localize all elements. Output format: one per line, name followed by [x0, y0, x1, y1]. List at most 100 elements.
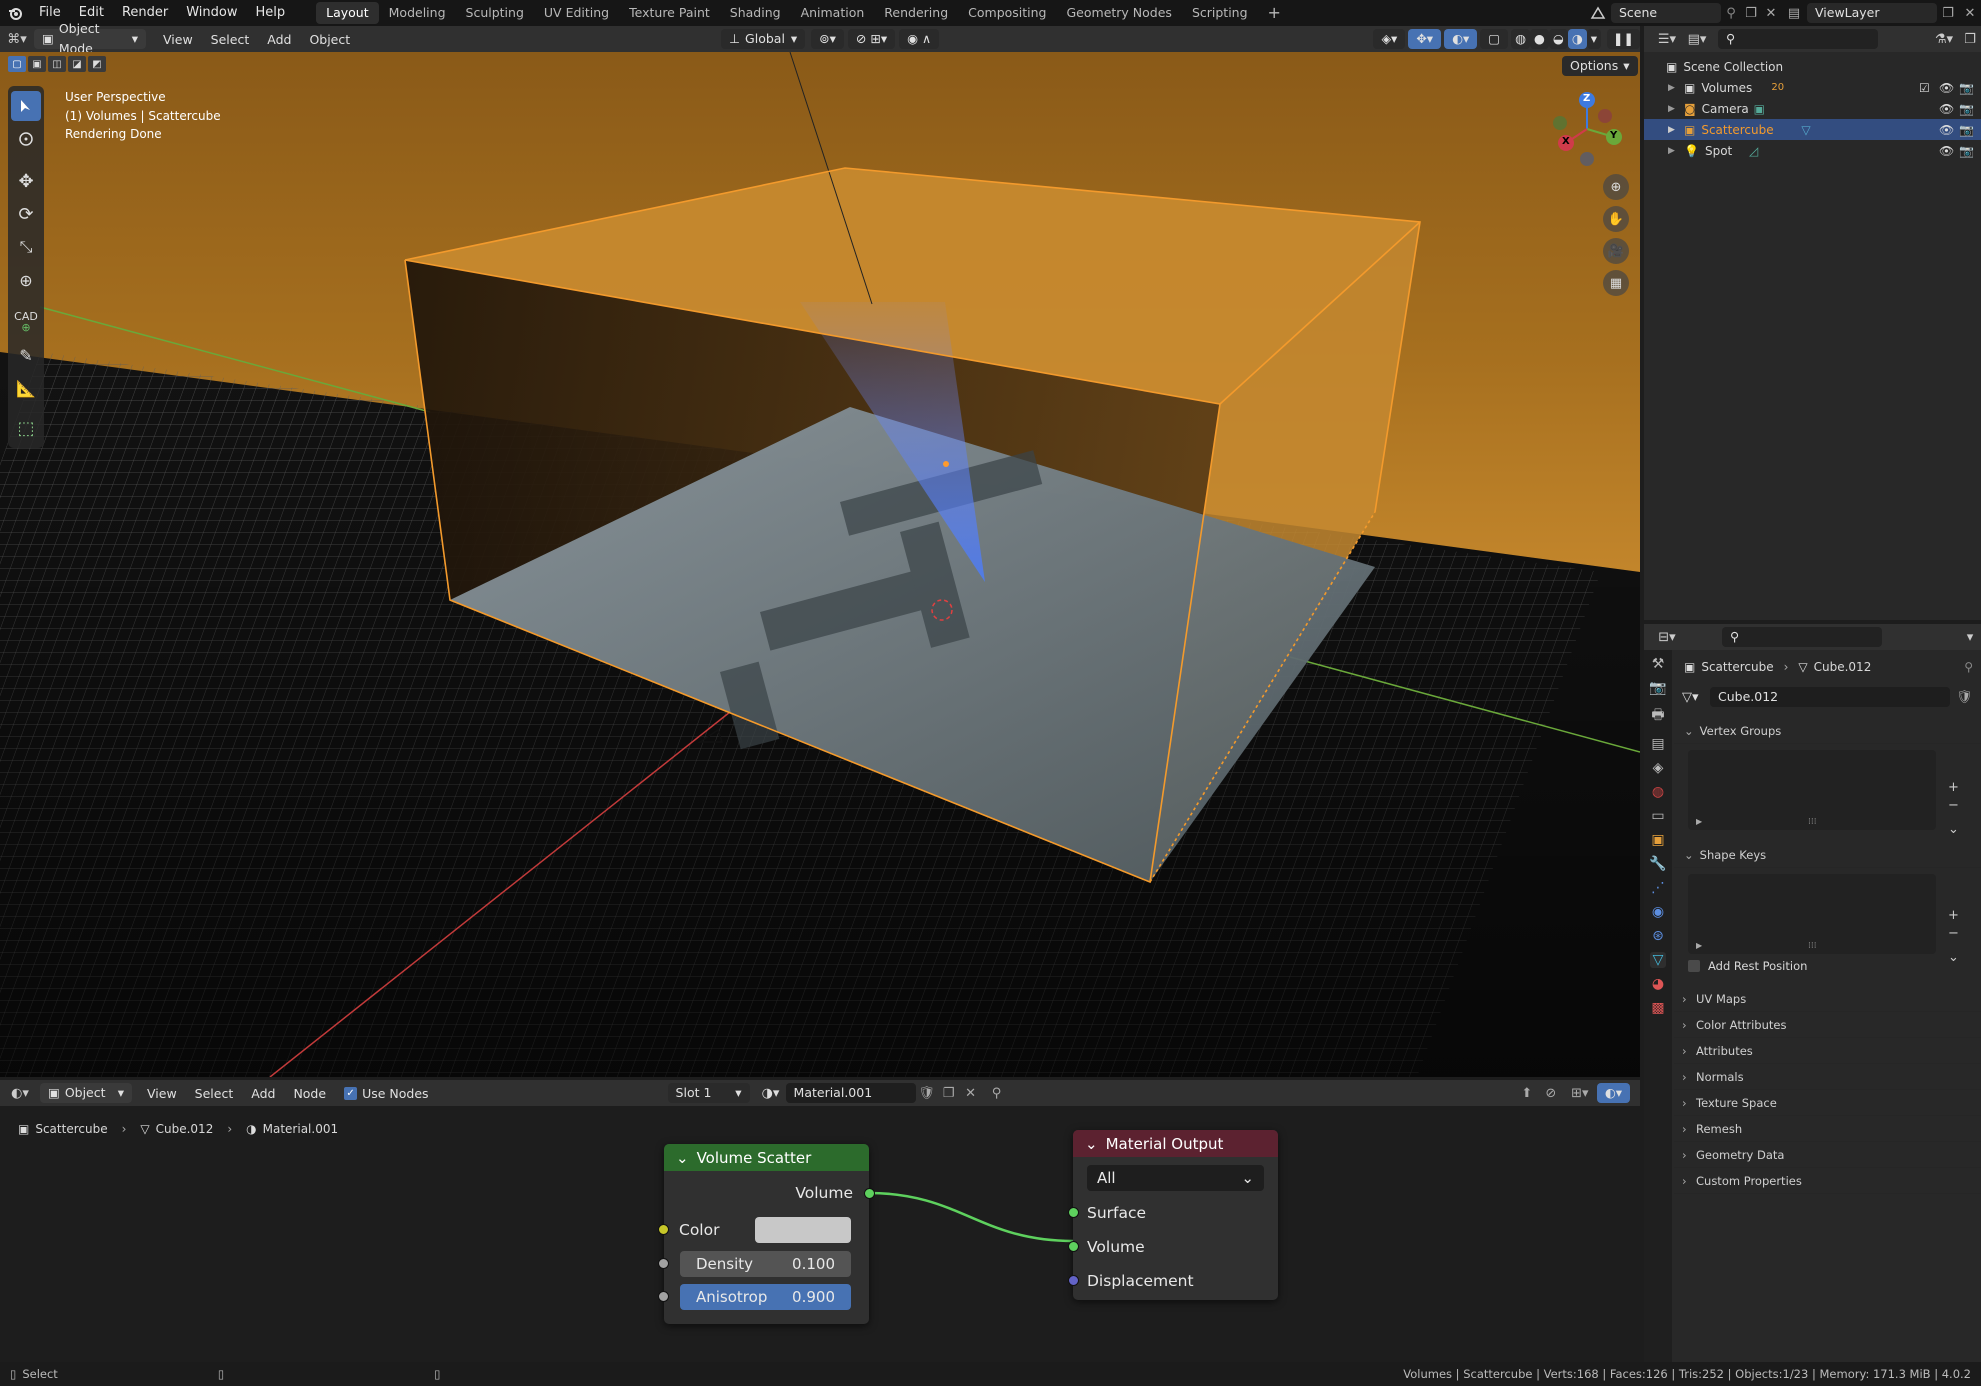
chevron-down-icon[interactable]: ▾ — [1959, 630, 1981, 645]
parent-node-icon[interactable]: ⬆ — [1515, 1086, 1539, 1101]
tab-rendering[interactable]: Rendering — [874, 2, 958, 24]
add-cube-tool[interactable]: ⬚ — [11, 413, 41, 443]
outliner-item-scattercube[interactable]: ▶ ▣ Scattercube ▽ 👁 📷 — [1644, 119, 1981, 140]
material-output-node[interactable]: ⌄ Material Output All ⌄ Surface Volume D… — [1073, 1130, 1278, 1300]
node-object-dropdown[interactable]: ▣ Object ▾ — [40, 1083, 132, 1103]
scene-field[interactable]: Scene — [1611, 3, 1721, 23]
menu-window[interactable]: Window — [177, 0, 246, 26]
world-tab-icon[interactable]: ◍ — [1652, 784, 1664, 800]
panel-shape-keys[interactable]: ⌄ Shape Keys — [1674, 842, 1981, 868]
anisotropy-input-socket[interactable] — [658, 1291, 669, 1302]
tab-animation[interactable]: Animation — [791, 2, 875, 24]
panel-color-attributes[interactable]: › Color Attributes — [1674, 1012, 1981, 1038]
shading-solid[interactable]: ● — [1530, 29, 1549, 49]
resize-handle-icon[interactable]: ⁞⁞⁞ — [1808, 941, 1817, 951]
orientation-dropdown[interactable]: ⊥ Global ▾ — [721, 29, 806, 49]
rotate-tool[interactable]: ⟳ — [11, 199, 41, 229]
visibility-dropdown[interactable]: ◈▾ — [1373, 29, 1406, 49]
shape-keys-list[interactable]: ▶ ⁞⁞⁞ — [1688, 874, 1936, 954]
move-tool[interactable]: ✥ — [11, 166, 41, 196]
properties-search-input[interactable]: ⚲ — [1722, 627, 1882, 647]
select-intersect-icon[interactable]: ◩ — [88, 56, 106, 72]
outliner-search-input[interactable]: ⚲ — [1718, 29, 1878, 49]
material-browse-icon[interactable]: ◑▾ — [756, 1086, 786, 1101]
particles-tab-icon[interactable]: ⋰ — [1651, 880, 1665, 896]
shading-options[interactable]: ▾ — [1586, 29, 1602, 49]
proportional-edit-toggle[interactable]: ◉ ∧ — [899, 29, 940, 49]
add-vertex-group-button[interactable]: + — [1948, 780, 1959, 795]
mesh-data-tab-icon[interactable]: ▽ — [1649, 952, 1667, 968]
annotate-tool[interactable]: ✎ — [11, 340, 41, 370]
3d-viewport[interactable]: User Perspective (1) Volumes | Scattercu… — [0, 52, 1640, 1077]
volume-scatter-node[interactable]: ⌄ Volume Scatter Volume Color Density 0.… — [664, 1144, 869, 1324]
viewport-menu-object[interactable]: Object — [300, 32, 359, 47]
render-camera-icon[interactable]: 📷 — [1959, 81, 1981, 95]
pin-icon[interactable]: ⚲ — [1721, 6, 1741, 21]
density-field[interactable]: Density 0.100 — [680, 1251, 851, 1277]
transform-tool[interactable]: ⊕ — [11, 265, 41, 295]
overlay-toggle[interactable]: ◐▾ — [1444, 29, 1478, 49]
filter-icon[interactable]: ⚗▾ — [1929, 32, 1959, 47]
new-collection-icon[interactable]: ❐ — [1959, 32, 1981, 47]
tab-scripting[interactable]: Scripting — [1182, 2, 1258, 24]
eye-icon[interactable]: 👁 — [1939, 123, 1959, 137]
tab-layout[interactable]: Layout — [316, 2, 379, 24]
node-menu-node[interactable]: Node — [284, 1086, 335, 1101]
view-layer-field[interactable]: ViewLayer — [1807, 3, 1937, 23]
expand-arrow-icon[interactable]: ▶ — [1668, 146, 1684, 156]
zoom-icon[interactable]: ⊕ — [1603, 174, 1629, 200]
shading-material[interactable]: ◒ — [1548, 29, 1568, 49]
shading-rendered[interactable]: ◑ — [1567, 29, 1587, 49]
resize-handle-icon[interactable]: ⁞⁞⁞ — [1808, 817, 1817, 827]
viewport-menu-add[interactable]: Add — [258, 32, 300, 47]
pin-icon[interactable]: ⚲ — [1964, 660, 1973, 674]
panel-attributes[interactable]: › Attributes — [1674, 1038, 1981, 1064]
node-editor-type-icon[interactable]: ◐▾ — [0, 1086, 40, 1101]
node-menu-add[interactable]: Add — [242, 1086, 284, 1101]
expand-arrow-icon[interactable]: ▶ — [1696, 817, 1702, 826]
slot-dropdown[interactable]: Slot 1 ▾ — [667, 1083, 750, 1103]
shading-wireframe[interactable]: ◍ — [1511, 29, 1530, 49]
vertex-groups-list[interactable]: ▶ ⁞⁞⁞ — [1688, 750, 1936, 830]
target-dropdown[interactable]: All ⌄ — [1087, 1165, 1264, 1191]
xray-toggle[interactable]: ▢ — [1480, 29, 1509, 49]
tab-geometry-nodes[interactable]: Geometry Nodes — [1057, 2, 1182, 24]
color-swatch[interactable] — [755, 1217, 851, 1243]
remove-shape-key-button[interactable]: − — [1948, 926, 1959, 941]
panel-uv-maps[interactable]: › UV Maps — [1674, 986, 1981, 1012]
render-camera-icon[interactable]: 📷 — [1959, 144, 1981, 158]
tab-sculpting[interactable]: Sculpting — [456, 2, 534, 24]
viewport-menu-select[interactable]: Select — [202, 32, 259, 47]
add-rest-position-checkbox[interactable] — [1688, 960, 1700, 972]
expand-arrow-icon[interactable]: ▶ — [1696, 941, 1702, 950]
node-header[interactable]: ⌄ Material Output — [1073, 1130, 1278, 1157]
tool-tab-icon[interactable]: ⚒ — [1652, 656, 1665, 672]
select-subtract-icon[interactable]: ◫ — [48, 56, 66, 72]
render-camera-icon[interactable]: 📷 — [1959, 123, 1981, 137]
expand-arrow-icon[interactable]: ▶ — [1668, 83, 1684, 93]
options-dropdown[interactable]: Options ▾ — [1562, 56, 1638, 76]
snap-target-icon[interactable]: ⊞▾ — [1563, 1086, 1597, 1101]
properties-editor-icon[interactable]: ⊟▾ — [1652, 630, 1682, 645]
scene-tab-icon[interactable]: ◈ — [1653, 760, 1664, 776]
panel-texture-space[interactable]: › Texture Space — [1674, 1090, 1981, 1116]
render-tab-icon[interactable]: 📷 — [1649, 680, 1666, 696]
select-new-icon[interactable]: ▢ — [8, 56, 26, 72]
physics-tab-icon[interactable]: ◉ — [1652, 904, 1664, 920]
volume-input-socket[interactable] — [1068, 1241, 1079, 1252]
eye-icon[interactable]: 👁 — [1939, 144, 1959, 158]
pause-render-button[interactable]: ❚❚ — [1607, 29, 1640, 49]
eye-icon[interactable]: 👁 — [1939, 102, 1959, 116]
node-editor[interactable]: ▣ Scattercube › ▽ Cube.012 › ◑ Material.… — [0, 1106, 1640, 1360]
navigation-gizmo[interactable]: Z Y X — [1550, 92, 1624, 166]
node-header[interactable]: ⌄ Volume Scatter — [664, 1144, 869, 1171]
exclude-checkbox[interactable]: ☑ — [1919, 81, 1939, 95]
outliner-item-spot[interactable]: ▶ 💡 Spot ◿ 👁 📷 — [1644, 140, 1981, 161]
add-workspace-icon[interactable]: + — [1258, 2, 1291, 24]
menu-help[interactable]: Help — [247, 0, 295, 26]
tab-texture-paint[interactable]: Texture Paint — [619, 2, 720, 24]
view-layer-icon[interactable]: ▤ — [1781, 6, 1807, 21]
duplicate-material-icon[interactable]: ❐ — [938, 1086, 960, 1101]
panel-vertex-groups[interactable]: ⌄ Vertex Groups — [1674, 718, 1981, 744]
blender-logo-icon[interactable] — [0, 0, 30, 26]
